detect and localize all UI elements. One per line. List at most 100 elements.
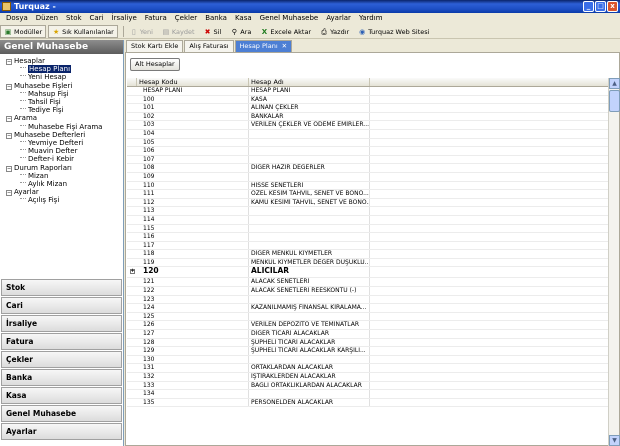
tree-item-label: Aylık Mizan: [28, 180, 68, 188]
menu-banka[interactable]: Banka: [201, 13, 231, 24]
menu-cekler[interactable]: Çekler: [171, 13, 201, 24]
module-button-banka[interactable]: Banka: [1, 369, 122, 386]
tab-stok-karti-ekle[interactable]: Stok Kartı Ekle: [126, 40, 184, 52]
tree-connector: [20, 75, 26, 77]
account-name-cell: ŞÜPHELİ TİCARİ ALACAKLAR KARŞILI...: [249, 347, 370, 355]
table-row[interactable]: 122 ALACAK SENETLERİ REESKONTU (-): [127, 287, 608, 296]
save-icon: ▤: [162, 27, 170, 36]
globe-icon: ◉: [359, 27, 366, 36]
column-header-name[interactable]: Hesap Adı: [249, 78, 370, 86]
tree-connector: [20, 157, 26, 159]
table-row[interactable]: 130: [127, 355, 608, 365]
tab-hesap-plani[interactable]: Hesap Planı ✕: [234, 40, 293, 52]
collapse-toggle-icon[interactable]: −: [6, 190, 12, 197]
grid-header-expander: [127, 78, 137, 86]
table-row[interactable]: 133 BAĞLI ORTAKLIKLARDAN ALACAKLAR: [127, 381, 608, 391]
table-row[interactable]: 110 HİSSE SENETLERİ: [127, 181, 608, 191]
new-button[interactable]: ▯ Yeni: [127, 25, 156, 38]
module-button-genel-muhasebe[interactable]: Genel Muhasebe: [1, 405, 122, 422]
table-row[interactable]: 114: [127, 215, 608, 225]
table-row[interactable]: 101 ALINAN ÇEKLER: [127, 104, 608, 113]
menu-irsaliye[interactable]: İrsaliye: [108, 13, 141, 24]
table-row[interactable]: 118 DİĞER MENKUL KIYMETLER: [127, 250, 608, 259]
table-row[interactable]: 127 DİĞER TİCARİ ALACAKLAR: [127, 330, 608, 339]
table-row[interactable]: 135 PERSONELDEN ALACAKLAR: [127, 398, 608, 408]
row-expander-cell: [127, 164, 137, 172]
menu-kasa[interactable]: Kasa: [231, 13, 256, 24]
menu-stok[interactable]: Stok: [62, 13, 86, 24]
table-row[interactable]: 124 KAZANILMAMIŞ FİNANSAL KİRALAMA...: [127, 304, 608, 313]
table-row[interactable]: 107: [127, 155, 608, 165]
table-row[interactable]: 104: [127, 129, 608, 139]
table-row[interactable]: +120 ALICILAR: [127, 267, 608, 279]
save-button[interactable]: ▤ Kaydet: [159, 25, 198, 38]
table-row[interactable]: 126 VERİLEN DEPOZİTO VE TEMİNATLAR: [127, 321, 608, 331]
menu-dosya[interactable]: Dosya: [2, 13, 32, 24]
scroll-thumb[interactable]: [609, 90, 620, 112]
table-row[interactable]: HESAP PLANI HESAP PLANI: [127, 87, 608, 96]
table-row[interactable]: 131 ORTAKLARDAN ALACAKLAR: [127, 364, 608, 373]
module-button-ayarlar[interactable]: Ayarlar: [1, 423, 122, 440]
vertical-scrollbar[interactable]: ▲ ▼: [608, 78, 620, 446]
table-row[interactable]: 100 KASA: [127, 95, 608, 105]
table-row[interactable]: 134: [127, 390, 608, 399]
table-row[interactable]: 108 DİĞER HAZIR DEĞERLER: [127, 164, 608, 173]
table-row[interactable]: 123: [127, 295, 608, 305]
table-row[interactable]: 117: [127, 241, 608, 251]
module-button-kasa[interactable]: Kasa: [1, 387, 122, 404]
table-row[interactable]: 109: [127, 172, 608, 182]
menu-genel-muhasebe[interactable]: Genel Muhasebe: [256, 13, 323, 24]
table-row[interactable]: 103 VERİLEN ÇEKLER VE ÖDEME EMİRLER...: [127, 121, 608, 130]
table-row[interactable]: 119 MENKUL KIYMETLER DEĞER DÜŞÜKLÜ...: [127, 258, 608, 268]
close-tab-icon[interactable]: ✕: [282, 42, 287, 50]
menu-fatura[interactable]: Fatura: [141, 13, 171, 24]
print-button[interactable]: ⎙ Yazdır: [317, 25, 352, 38]
table-row[interactable]: 102 BANKALAR: [127, 112, 608, 122]
menu-yardim[interactable]: Yardım: [355, 13, 387, 24]
table-row[interactable]: 128 ŞÜPHELİ TİCARİ ALACAKLAR: [127, 338, 608, 348]
menu-cari[interactable]: Cari: [86, 13, 108, 24]
collapse-toggle-icon[interactable]: −: [6, 59, 12, 65]
menu-ayarlar[interactable]: Ayarlar: [322, 13, 355, 24]
table-row[interactable]: 106: [127, 147, 608, 156]
table-row[interactable]: 125: [127, 312, 608, 322]
module-button-cari[interactable]: Cari: [1, 297, 122, 314]
module-button-cekler[interactable]: Çekler: [1, 351, 122, 368]
delete-button[interactable]: ✖ Sil: [201, 25, 225, 38]
table-row[interactable]: 112 KAMU KESİMİ TAHVİL, SENET VE BONO...: [127, 198, 608, 208]
table-row[interactable]: 111 ÖZEL KESİM TAHVİL, SENET VE BONO...: [127, 190, 608, 199]
expand-icon[interactable]: +: [129, 269, 135, 275]
collapse-toggle-icon[interactable]: −: [6, 116, 12, 123]
menu-duzen[interactable]: Düzen: [32, 13, 62, 24]
tab-alis-faturasi[interactable]: Alış Faturası: [184, 40, 234, 52]
collapse-toggle-icon[interactable]: −: [6, 83, 12, 90]
sub-accounts-button[interactable]: Alt Hesaplar: [130, 58, 180, 71]
table-row[interactable]: 129 ŞÜPHELİ TİCARİ ALACAKLAR KARŞILI...: [127, 347, 608, 356]
tree-item-acilis-fisi[interactable]: Açılış Fişi: [20, 196, 59, 205]
search-button[interactable]: ⚲ Ara: [227, 25, 254, 38]
scroll-up-icon[interactable]: ▲: [609, 78, 620, 89]
maximize-button[interactable]: □: [595, 1, 606, 12]
table-row[interactable]: 132 İŞTİRAKLERDEN ALACAKLAR: [127, 373, 608, 382]
collapse-toggle-icon[interactable]: −: [6, 165, 12, 172]
column-header-code[interactable]: Hesap Kodu: [137, 78, 249, 86]
module-button-fatura[interactable]: Fatura: [1, 333, 122, 350]
account-code-cell: 123: [137, 295, 249, 304]
scroll-down-icon[interactable]: ▼: [609, 435, 620, 446]
row-expander-cell: [127, 156, 137, 164]
table-row[interactable]: 113: [127, 207, 608, 216]
table-row[interactable]: 105: [127, 138, 608, 148]
close-button[interactable]: x: [607, 1, 618, 12]
module-button-stok[interactable]: Stok: [1, 279, 122, 296]
excel-export-button[interactable]: X Excele Aktar: [257, 25, 314, 38]
modules-tab[interactable]: ▣ Modüller: [0, 25, 47, 38]
website-button[interactable]: ◉ Turquaz Web Sitesi: [355, 25, 432, 38]
frequent-tab[interactable]: ★ Sık Kullanılanlar: [48, 25, 118, 38]
collapse-toggle-icon[interactable]: −: [6, 132, 12, 139]
table-row[interactable]: 115: [127, 224, 608, 234]
table-row[interactable]: 116: [127, 233, 608, 242]
minimize-button[interactable]: _: [583, 1, 594, 12]
account-code-cell: 107: [137, 155, 249, 164]
table-row[interactable]: 121 ALACAK SENETLERİ: [127, 278, 608, 288]
module-button-irsaliye[interactable]: İrsaliye: [1, 315, 122, 332]
